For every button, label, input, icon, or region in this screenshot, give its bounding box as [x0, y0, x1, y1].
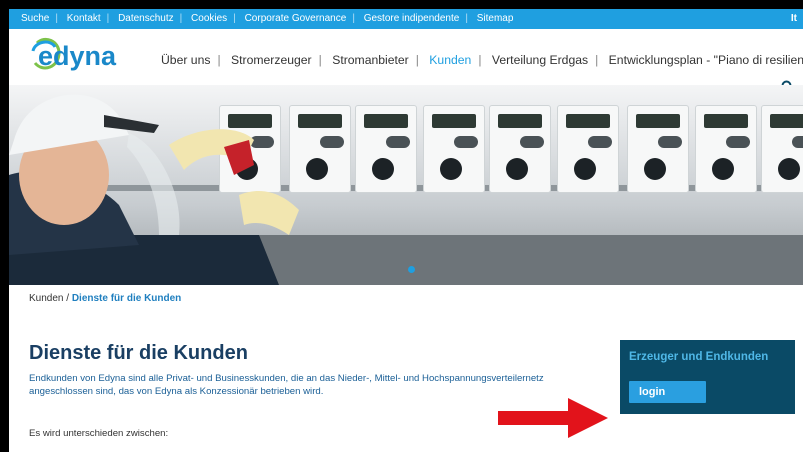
meter-image: [489, 105, 551, 193]
meter-image: [423, 105, 485, 193]
distinction-text: Es wird unterschieden zwischen:: [29, 428, 169, 439]
page-title: Dienste für die Kunden: [29, 342, 248, 364]
red-arrow-icon: [498, 398, 608, 438]
carousel-indicator[interactable]: [408, 266, 415, 273]
utility-links: Suche | Kontakt | Datenschutz | Cookies | Co…: [21, 13, 514, 24]
breadcrumb: Kunden / Dienste für die Kunden: [29, 293, 182, 304]
utility-link-sitemap[interactable]: Sitemap: [477, 13, 514, 24]
language-switch[interactable]: It: [791, 9, 797, 29]
brand-name[interactable]: edyna: [38, 41, 116, 72]
browser-viewport: Suche | Kontakt | Datenschutz | Cookies | Co…: [9, 9, 803, 452]
utility-link-suche[interactable]: Suche: [21, 13, 49, 24]
breadcrumb-kunden[interactable]: Kunden: [29, 293, 63, 304]
utility-link-gestore[interactable]: Gestore indipendente: [364, 13, 460, 24]
utility-link-cookies[interactable]: Cookies: [191, 13, 227, 24]
utility-link-datenschutz[interactable]: Datenschutz: [118, 13, 174, 24]
utility-bar: Suche | Kontakt | Datenschutz | Cookies | Co…: [9, 9, 803, 29]
utility-link-kontakt[interactable]: Kontakt: [67, 13, 101, 24]
meter-image: [355, 105, 417, 193]
nav-item-stromanbieter[interactable]: Stromanbieter: [332, 53, 409, 67]
login-box-heading: Erzeuger und Endkunden: [629, 351, 769, 363]
hero-banner: [9, 85, 803, 285]
meter-image: [557, 105, 619, 193]
login-button[interactable]: login: [629, 381, 706, 403]
nav-item-kunden[interactable]: Kunden: [429, 53, 471, 67]
nav-item-entwicklungsplan[interactable]: Entwicklungsplan - "Piano di resilienza": [609, 53, 803, 67]
meter-image: [761, 105, 803, 193]
breadcrumb-current: Dienste für die Kunden: [71, 293, 182, 304]
intro-paragraph: Endkunden von Edyna sind alle Privat- un…: [29, 373, 544, 397]
site-header: edyna Über uns | Stromerzeuger | Stromanbi…: [9, 29, 803, 94]
nav-item-stromerzeuger[interactable]: Stromerzeuger: [231, 53, 312, 67]
login-box: Erzeuger und Endkunden login: [620, 340, 795, 414]
technician-image: [9, 94, 299, 285]
main-nav: Über uns | Stromerzeuger | Stromanbieter | …: [161, 53, 803, 67]
utility-link-governance[interactable]: Corporate Governance: [245, 13, 347, 24]
nav-item-verteilung-erdgas[interactable]: Verteilung Erdgas: [492, 53, 588, 67]
nav-item-ueber-uns[interactable]: Über uns: [161, 53, 210, 67]
meter-image: [695, 105, 757, 193]
meter-image: [627, 105, 689, 193]
